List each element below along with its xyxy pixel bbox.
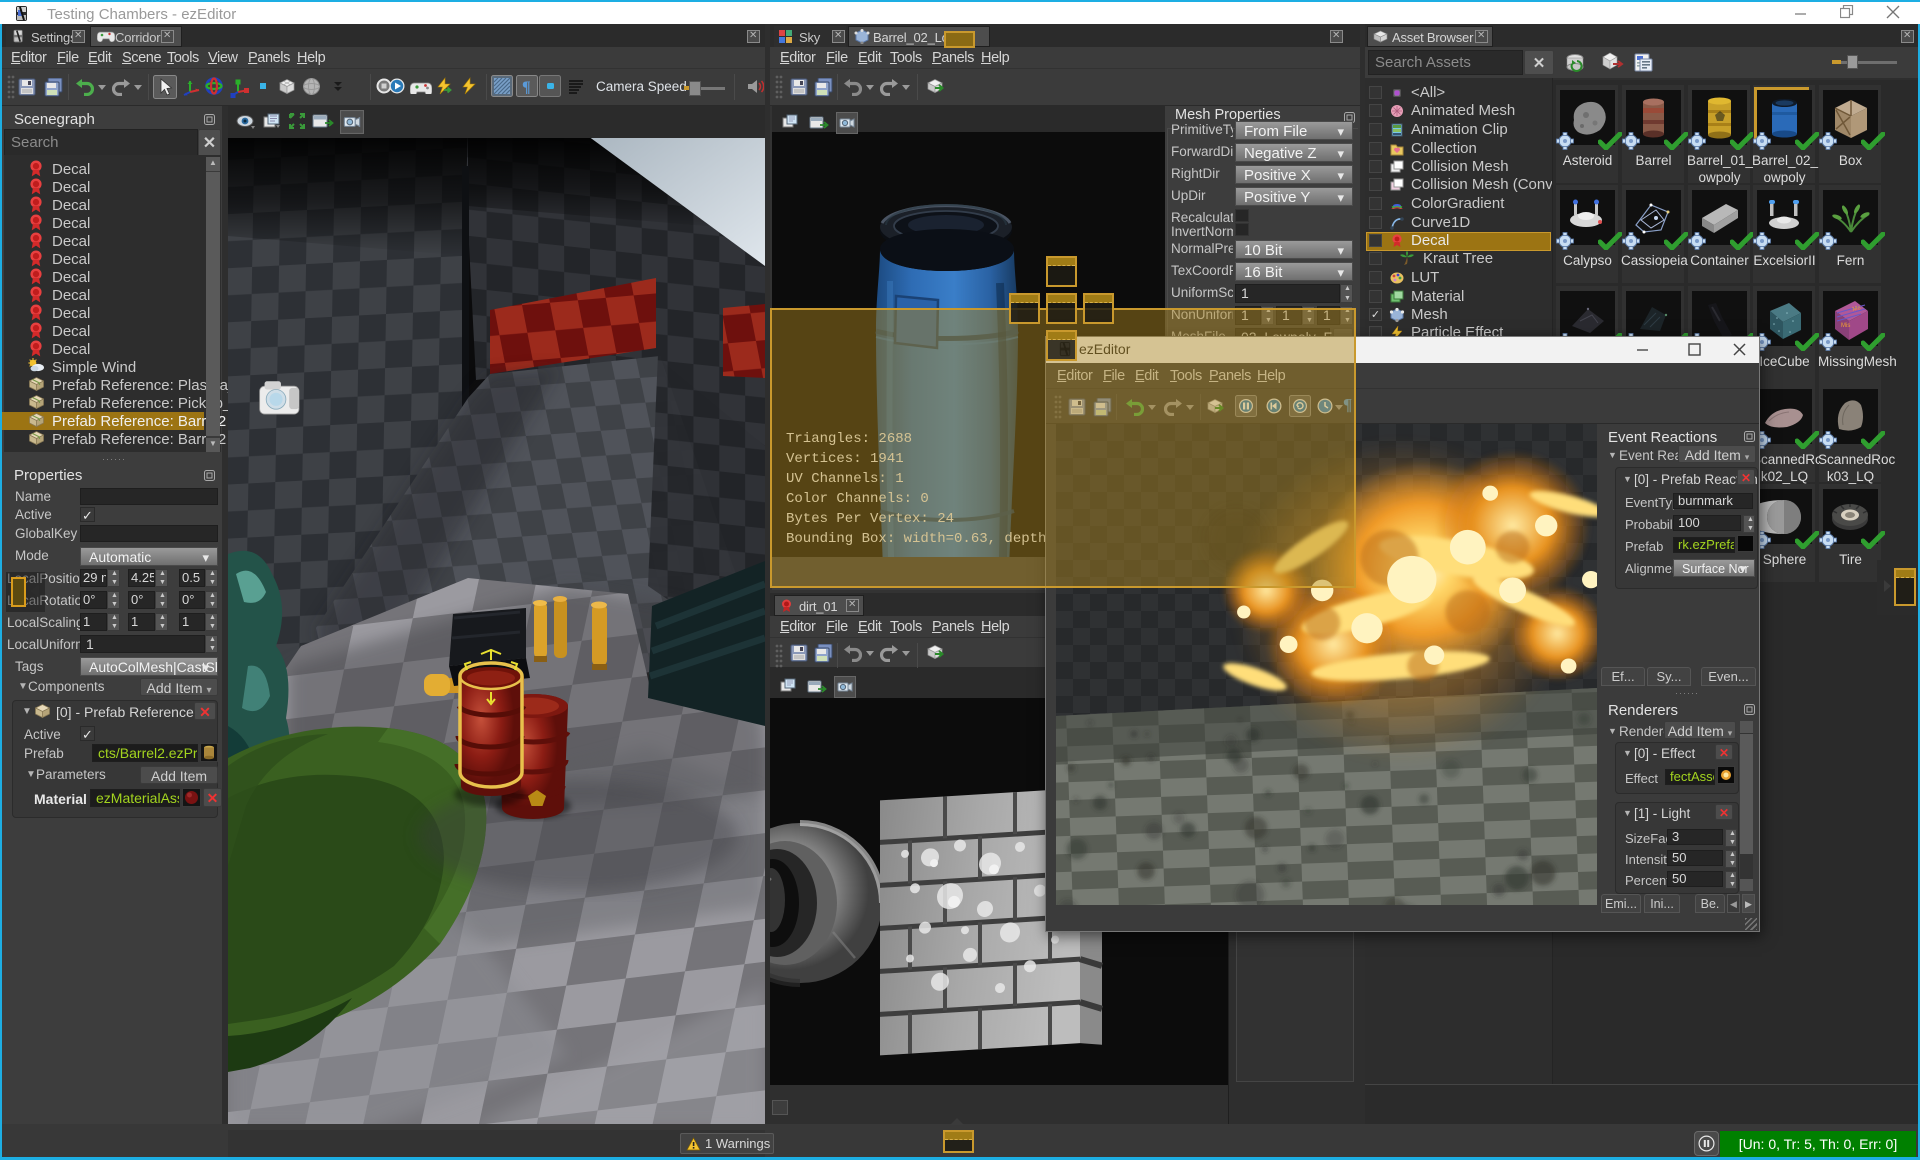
svg-text:¶: ¶ <box>522 79 531 96</box>
svg-text:Mis: Mis <box>1841 323 1850 329</box>
